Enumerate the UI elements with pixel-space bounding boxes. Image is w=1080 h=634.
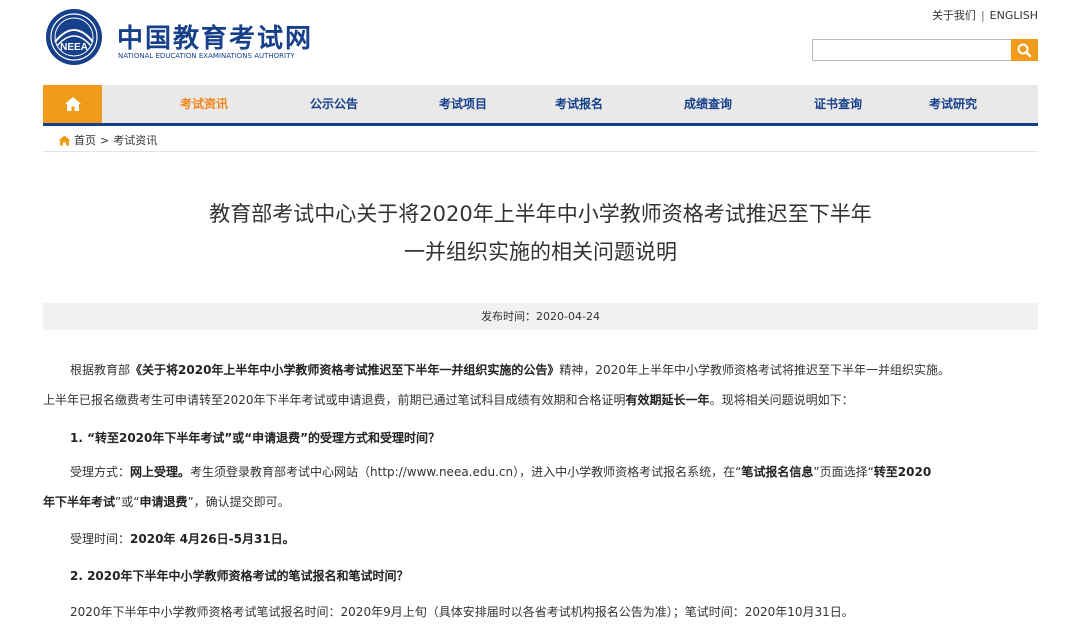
breadcrumb: 首页 > 考试资讯 (58, 132, 157, 148)
main-nav: 考试资讯 公示公告 考试项目 考试报名 成绩查询 证书查询 考试研究 (43, 85, 1038, 126)
logo-title: 中国教育考试网 (117, 24, 314, 54)
top-link-separator: | (980, 9, 985, 22)
home-icon (58, 135, 71, 145)
about-link[interactable]: 关于我们 (932, 9, 976, 22)
search-icon (1017, 43, 1032, 58)
breadcrumb-separator: > (100, 133, 110, 147)
question-heading-1: 1. “转至2020年下半年考试”或“申请退费”的受理方式和受理时间？ (70, 431, 441, 445)
article-title-line2: 一并组织实施的相关问题说明 (404, 240, 677, 264)
logo-subtitle: NATIONAL EDUCATION EXAMINATIONS AUTHORIT… (118, 52, 295, 60)
nav-item-announcements[interactable]: 公示公告 (310, 85, 358, 123)
search-button[interactable] (1011, 39, 1038, 61)
nav-item-exam-programs[interactable]: 考试项目 (439, 85, 487, 123)
nav-item-exam-research[interactable]: 考试研究 (929, 85, 977, 123)
neea-emblem-icon: NEEA (46, 9, 102, 65)
publish-date: 2020-04-24 (536, 310, 600, 323)
notice-title-ref: 《关于将2020年上半年中小学教师资格考试推迟至下半年一并组织实施的公告》 (130, 363, 560, 377)
paragraph-method-line1: 受理方式：网上受理。考生须登录教育部考试中心网站（http://www.neea… (70, 465, 932, 479)
article-title-line1: 教育部考试中心关于将2020年上半年中小学教师资格考试推迟至下半年 (209, 202, 872, 226)
question-heading-2: 2. 2020年下半年中小学教师资格考试的笔试报名和笔试时间？ (70, 569, 409, 583)
paragraph-intro-line2: 上半年已报名缴费考生可申请转至2020年下半年考试或申请退费，前期已通过笔试科目… (43, 393, 854, 407)
home-icon (64, 97, 81, 111)
divider (43, 151, 1038, 152)
paragraph-schedule: 2020年下半年中小学教师资格考试笔试报名时间：2020年9月上旬（具体安排届时… (70, 605, 854, 619)
site-logo[interactable]: NEEA 中国教育考试网 NATIONAL EDUCATION EXAMINAT… (45, 8, 345, 68)
publish-label: 发布时间： (481, 310, 537, 323)
nav-item-registration[interactable]: 考试报名 (555, 85, 603, 123)
paragraph-intro-line1: 根据教育部《关于将2020年上半年中小学教师资格考试推迟至下半年一并组织实施的公… (70, 363, 950, 377)
english-link[interactable]: ENGLISH (990, 9, 1038, 22)
svg-text:NEEA: NEEA (60, 42, 88, 53)
search-box (812, 39, 1038, 61)
breadcrumb-home[interactable]: 首页 (74, 132, 96, 148)
paragraph-time: 受理时间：2020年 4月26日-5月31日。 (70, 532, 295, 546)
breadcrumb-current[interactable]: 考试资讯 (113, 132, 157, 148)
top-links: 关于我们 | ENGLISH (932, 7, 1038, 23)
paragraph-method-line2: 年下半年考试”或“申请退费”，确认提交即可。 (43, 495, 290, 509)
publish-date-bar: 发布时间：2020-04-24 (43, 303, 1038, 330)
nav-home-button[interactable] (43, 85, 102, 123)
search-input[interactable] (812, 39, 1018, 61)
nav-item-score-query[interactable]: 成绩查询 (684, 85, 732, 123)
nav-item-certificate-query[interactable]: 证书查询 (814, 85, 862, 123)
nav-item-exam-news[interactable]: 考试资讯 (180, 85, 228, 123)
